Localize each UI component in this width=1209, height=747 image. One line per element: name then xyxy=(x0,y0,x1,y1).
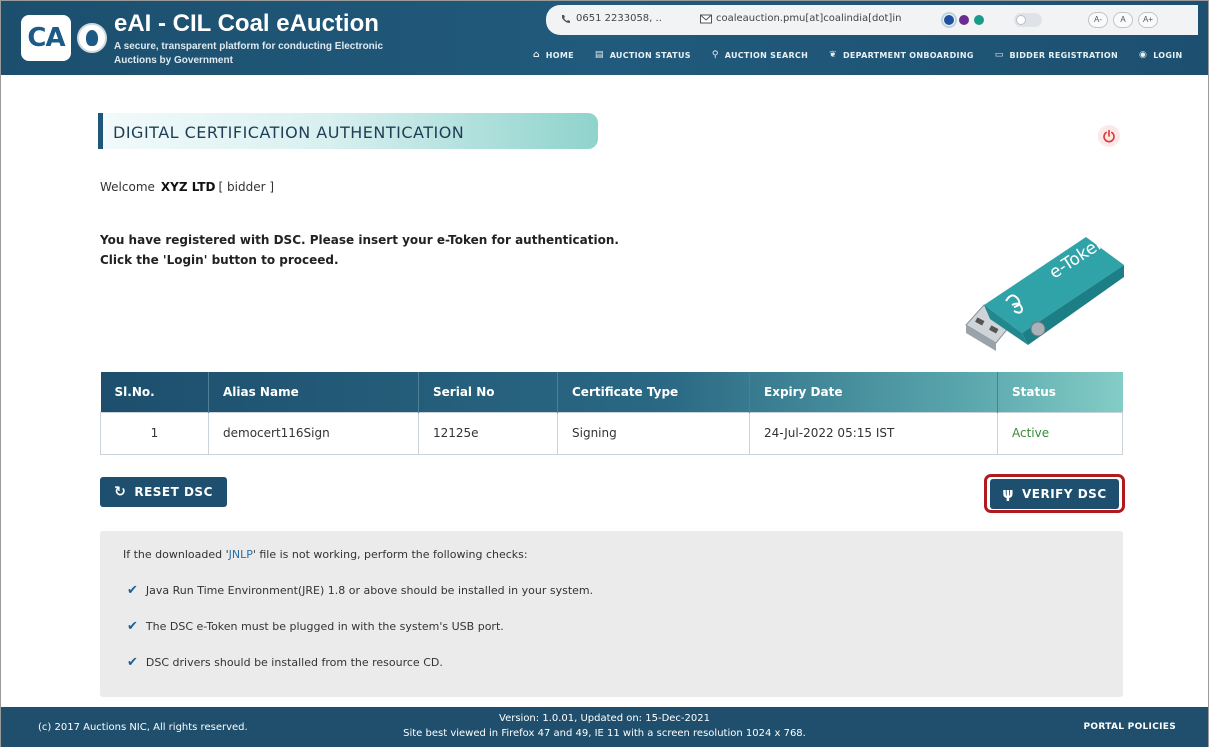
jnlp-link[interactable]: JNLP xyxy=(229,548,253,561)
logout-power-icon[interactable] xyxy=(1098,125,1120,147)
reset-icon: ↻ xyxy=(114,484,127,500)
nav-auction-search-label: AUCTION SEARCH xyxy=(724,50,809,60)
phone-icon xyxy=(562,15,570,23)
verify-dsc-button[interactable]: ψ VERIFY DSC xyxy=(990,479,1119,509)
portal-policies-link[interactable]: PORTAL POLICIES xyxy=(1084,722,1176,732)
search-icon: ⚲ xyxy=(711,50,719,60)
contrast-toggle[interactable] xyxy=(1014,13,1042,27)
ca-logo[interactable]: CA xyxy=(21,15,71,61)
theme-purple-dot[interactable] xyxy=(959,15,969,25)
table-row[interactable]: 1 democert116Sign 12125e Signing 24-Jul-… xyxy=(100,411,1123,455)
site-subtitle: A secure, transparent platform for condu… xyxy=(114,41,384,66)
browser-note: Site best viewed in Firefox 47 and 49, I… xyxy=(403,728,806,739)
col-alias-name: Alias Name xyxy=(208,372,419,412)
nav-auction-status-label: AUCTION STATUS xyxy=(609,50,691,60)
reset-dsc-label: RESET DSC xyxy=(134,485,213,499)
utility-bar: 0651 2233058, .. coaleauction.pmu[at]coa… xyxy=(546,5,1198,35)
heading-prefix: If the downloaded ' xyxy=(123,548,229,561)
page: CA eAI - CIL Coal eAuction A secure, tra… xyxy=(0,0,1209,747)
site-footer: (c) 2017 Auctions NIC, All rights reserv… xyxy=(1,707,1208,747)
table-header-row: Sl.No. Alias Name Serial No Certificate … xyxy=(100,372,1123,412)
verify-dsc-label: VERIFY DSC xyxy=(1021,487,1107,501)
cell-status: Active xyxy=(997,411,1123,455)
nav-home[interactable]: ⌂ HOME xyxy=(533,47,574,63)
checkmark-icon: ✔ xyxy=(127,583,138,598)
nav-department-onboarding-label: DEPARTMENT ONBOARDING xyxy=(842,50,974,60)
troubleshoot-heading: If the downloaded 'JNLP' file is not wor… xyxy=(123,548,528,561)
site-header: CA eAI - CIL Coal eAuction A secure, tra… xyxy=(1,1,1208,75)
check-item: ✔ Java Run Time Environment(JRE) 1.8 or a… xyxy=(127,583,593,598)
font-reset-button[interactable]: A xyxy=(1113,12,1133,28)
usb-icon: ψ xyxy=(1002,486,1014,502)
user-role: [ bidder ] xyxy=(218,180,275,194)
nav-login-label: LOGIN xyxy=(1153,50,1183,60)
main-nav: ⌂ HOME ▤ AUCTION STATUS ⚲ AUCTION SEARCH ❦ D… xyxy=(533,47,1183,63)
cell-serial-no: 12125e xyxy=(418,411,558,455)
id-card-icon: ▭ xyxy=(994,50,1004,60)
section-title-bar: DIGITAL CERTIFICATION AUTHENTICATION xyxy=(98,113,598,149)
usb-etoken-illustration: e-Token xyxy=(965,233,1124,351)
welcome-label: Welcome xyxy=(100,180,155,194)
instruction-line-1: You have registered with DSC. Please ins… xyxy=(100,233,619,247)
col-sl-no: Sl.No. xyxy=(100,372,209,412)
home-icon: ⌂ xyxy=(533,50,540,60)
nav-bidder-registration[interactable]: ▭ BIDDER REGISTRATION xyxy=(995,47,1118,63)
col-expiry-date: Expiry Date xyxy=(749,372,998,412)
user-name: XYZ LTD xyxy=(160,180,216,194)
theme-teal-dot[interactable] xyxy=(974,15,984,25)
cell-expiry-date: 24-Jul-2022 05:15 IST xyxy=(749,411,998,455)
nav-bidder-registration-label: BIDDER REGISTRATION xyxy=(1009,50,1119,60)
nav-department-onboarding[interactable]: ❦ DEPARTMENT ONBOARDING xyxy=(829,47,974,63)
col-status: Status xyxy=(1012,384,1056,399)
cell-sl-no: 1 xyxy=(100,411,209,455)
certificate-table: Sl.No. Alias Name Serial No Certificate … xyxy=(100,372,1123,455)
check-item-text: DSC drivers should be installed from the… xyxy=(145,656,443,669)
page-title: DIGITAL CERTIFICATION AUTHENTICATION xyxy=(113,123,465,142)
welcome-line: Welcome XYZ LTD[ bidder ] xyxy=(100,180,274,194)
theme-blue-dot[interactable] xyxy=(941,12,957,28)
mail-icon xyxy=(700,14,712,24)
ca-logo-text: CA xyxy=(27,23,65,53)
nav-login[interactable]: ◉ LOGIN xyxy=(1139,47,1183,63)
cell-certificate-type: Signing xyxy=(557,411,750,455)
reset-dsc-button[interactable]: ↻ RESET DSC xyxy=(100,477,227,507)
user-icon: ◉ xyxy=(1139,50,1148,60)
instruction-line-2: Click the 'Login' button to proceed. xyxy=(100,253,339,267)
cell-alias-name: democert116Sign xyxy=(208,411,419,455)
check-item-text: Java Run Time Environment(JRE) 1.8 or ab… xyxy=(145,584,594,597)
check-item-text: The DSC e-Token must be plugged in with … xyxy=(145,620,504,633)
heading-suffix: ' file is not working, perform the follo… xyxy=(252,548,528,561)
version-info: Version: 1.0.01, Updated on: 15-Dec-2021 xyxy=(499,713,710,724)
font-decrease-button[interactable]: A- xyxy=(1088,12,1108,28)
phone-number[interactable]: 0651 2233058, .. xyxy=(576,13,662,24)
nav-auction-status[interactable]: ▤ AUCTION STATUS xyxy=(595,47,691,63)
nav-auction-search[interactable]: ⚲ AUCTION SEARCH xyxy=(712,47,808,63)
theme-switcher xyxy=(941,11,1000,29)
instructions: You have registered with DSC. Please ins… xyxy=(100,230,619,270)
cil-emblem-icon xyxy=(77,15,107,61)
leaf-icon: ❦ xyxy=(829,50,837,60)
col-serial-no: Serial No xyxy=(418,372,558,412)
checkmark-icon: ✔ xyxy=(127,655,138,670)
troubleshoot-panel: If the downloaded 'JNLP' file is not wor… xyxy=(100,531,1123,697)
status-icon: ▤ xyxy=(594,50,604,60)
nav-home-label: HOME xyxy=(545,50,574,60)
checkmark-icon: ✔ xyxy=(127,619,138,634)
site-title: eAI - CIL Coal eAuction xyxy=(114,10,379,37)
font-increase-button[interactable]: A+ xyxy=(1138,12,1158,28)
check-item: ✔ DSC drivers should be installed from th… xyxy=(127,655,443,670)
col-certificate-type: Certificate Type xyxy=(557,372,750,412)
contact-email[interactable]: coaleauction.pmu[at]coalindia[dot]in xyxy=(716,13,901,24)
check-item: ✔ The DSC e-Token must be plugged in with… xyxy=(127,619,504,634)
